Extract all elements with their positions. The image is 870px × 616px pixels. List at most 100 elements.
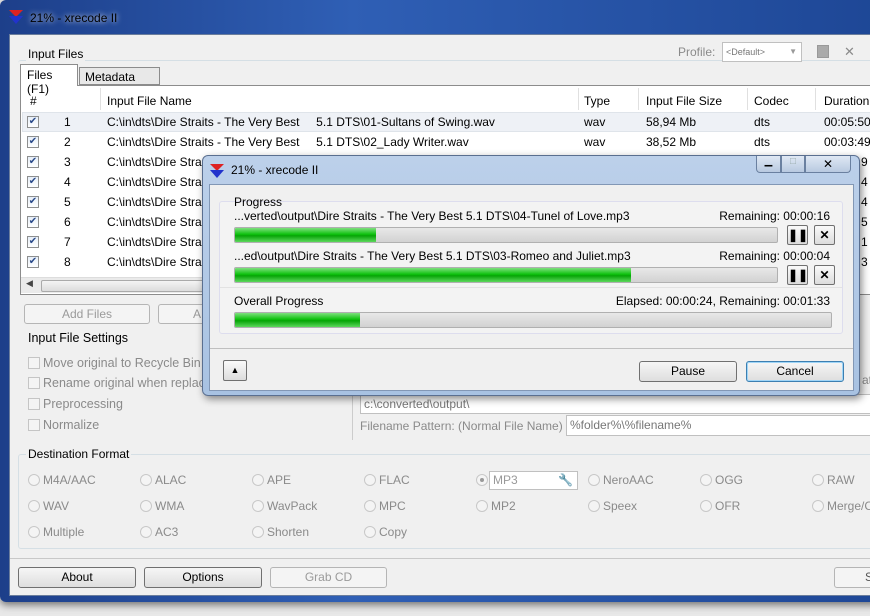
add-files-button[interactable]: Add Files <box>24 304 150 324</box>
wrench-icon[interactable]: 🔧 <box>558 472 573 488</box>
format-label: WMA <box>155 499 185 513</box>
format-radio[interactable] <box>140 526 152 538</box>
format-label: WavPack <box>267 499 318 513</box>
row-checkbox[interactable]: ✔ <box>27 216 39 228</box>
setting-checkbox[interactable] <box>28 357 40 369</box>
options-button[interactable]: Options <box>144 567 262 588</box>
format-label: Copy <box>379 525 408 539</box>
format-radio[interactable] <box>252 474 264 486</box>
format-label: Merge/C <box>827 499 870 513</box>
col-header-num[interactable]: # <box>30 94 37 108</box>
format-radio[interactable] <box>252 526 264 538</box>
row-checkbox[interactable]: ✔ <box>27 256 39 268</box>
job-progress-bar-1 <box>234 227 778 243</box>
scrollbar-thumb[interactable] <box>41 280 216 292</box>
row-file-name: C:\in\dts\Dire Stra <box>107 235 202 249</box>
column-divider[interactable] <box>815 88 816 110</box>
format-mp3-field[interactable]: MP3 🔧 <box>489 471 578 490</box>
format-radio[interactable] <box>812 500 824 512</box>
col-header-size[interactable]: Input File Size <box>646 94 722 108</box>
row-number: 2 <box>64 135 71 149</box>
cancel-job-button[interactable]: ✕ <box>814 225 835 245</box>
partial-label: at <box>862 373 870 387</box>
row-codec: dts <box>754 115 771 129</box>
row-checkbox[interactable]: ✔ <box>27 176 39 188</box>
delete-profile-icon[interactable]: ✕ <box>844 44 855 60</box>
format-radio[interactable] <box>476 500 488 512</box>
job-remaining-2: Remaining: 00:00:04 <box>719 249 830 263</box>
expand-collapse-button[interactable]: ▲ <box>223 360 247 381</box>
save-profile-icon[interactable] <box>817 45 829 58</box>
overall-progress-label: Overall Progress <box>234 294 324 308</box>
format-radio[interactable] <box>476 474 488 486</box>
format-label: APE <box>267 473 292 487</box>
triangle-up-icon: ▲ <box>230 365 240 375</box>
grab-cd-button[interactable]: Grab CD <box>270 567 387 588</box>
format-radio[interactable] <box>364 500 376 512</box>
about-button[interactable]: About <box>18 567 136 588</box>
format-radio[interactable] <box>364 474 376 486</box>
start-button[interactable]: S <box>834 567 870 588</box>
column-divider[interactable] <box>100 88 101 110</box>
row-checkbox[interactable]: ✔ <box>27 236 39 248</box>
job-file-2: ...ed\output\Dire Straits - The Very Bes… <box>234 249 631 263</box>
format-label: WAV <box>43 499 69 513</box>
format-radio[interactable] <box>364 526 376 538</box>
format-radio[interactable] <box>28 526 40 538</box>
filename-pattern-field[interactable]: %folder%\%filename% <box>566 415 870 436</box>
dialog-title: 21% - xrecode II <box>231 163 319 177</box>
col-header-codec[interactable]: Codec <box>754 94 789 108</box>
format-radio[interactable] <box>700 474 712 486</box>
separator <box>210 348 853 349</box>
format-radio[interactable] <box>588 474 600 486</box>
maximize-button[interactable]: □ <box>781 156 805 173</box>
col-header-duration[interactable]: Duration <box>824 94 869 108</box>
format-radio[interactable] <box>140 474 152 486</box>
format-radio[interactable] <box>700 500 712 512</box>
output-path-field[interactable]: c:\converted\output\ <box>360 394 870 414</box>
pause-button[interactable]: Pause <box>639 361 737 382</box>
minimize-button[interactable]: ▁ <box>756 156 781 173</box>
column-divider[interactable] <box>578 88 579 110</box>
format-label: OFR <box>715 499 741 513</box>
profile-select[interactable]: <Default> ▼ <box>722 42 802 62</box>
format-radio[interactable] <box>812 474 824 486</box>
row-checkbox[interactable]: ✔ <box>27 156 39 168</box>
col-header-name[interactable]: Input File Name <box>107 94 192 108</box>
setting-checkbox[interactable] <box>28 419 40 431</box>
row-number: 6 <box>64 215 71 229</box>
setting-checkbox[interactable] <box>28 377 40 389</box>
format-radio[interactable] <box>28 500 40 512</box>
tab-metadata[interactable]: Metadata (F2) <box>79 67 160 98</box>
row-checkbox[interactable]: ✔ <box>27 136 39 148</box>
cancel-job-button[interactable]: ✕ <box>814 265 835 285</box>
progress-fill <box>235 228 376 242</box>
row-file-name: C:\in\dts\Dire Stra <box>107 155 202 169</box>
job-progress-bar-2 <box>234 267 778 283</box>
tab-files[interactable]: Files (F1) <box>20 64 78 96</box>
row-size: 58,94 Mb <box>646 115 697 129</box>
row-duration: 4 <box>861 195 868 209</box>
pause-job-button[interactable]: ❚❚ <box>787 225 808 245</box>
row-type: wav <box>584 135 606 149</box>
col-header-type[interactable]: Type <box>584 94 610 108</box>
format-radio[interactable] <box>588 500 600 512</box>
format-radio[interactable] <box>28 474 40 486</box>
xrecode-logo-icon <box>210 164 224 178</box>
format-radio[interactable] <box>252 500 264 512</box>
profile-value: <Default> <box>726 47 766 57</box>
setting-label: Move original to Recycle Bin <box>43 356 201 370</box>
setting-checkbox[interactable] <box>28 398 40 410</box>
column-divider[interactable] <box>747 88 748 110</box>
pause-job-button[interactable]: ❚❚ <box>787 265 808 285</box>
close-button[interactable]: ✕ <box>805 156 851 173</box>
cancel-button[interactable]: Cancel <box>746 361 844 382</box>
format-radio[interactable] <box>140 500 152 512</box>
row-checkbox[interactable]: ✔ <box>27 196 39 208</box>
horizontal-scrollbar[interactable]: ◀ <box>21 277 216 293</box>
format-label: RAW <box>827 473 855 487</box>
row-checkbox[interactable]: ✔ <box>27 116 39 128</box>
column-divider[interactable] <box>638 88 639 110</box>
format-label: MP2 <box>491 499 516 513</box>
scroll-left-icon[interactable]: ◀ <box>26 278 33 289</box>
